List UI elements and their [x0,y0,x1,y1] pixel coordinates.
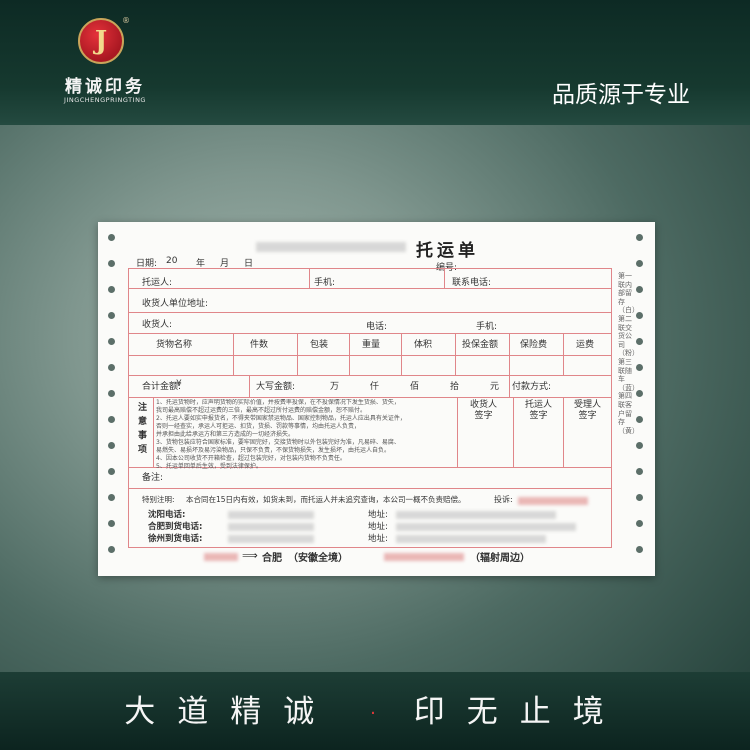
consignment-form: 托运单 日期: 20 年 月 日 编号: 托运人: 手机: 联系电话: 收货人单… [98,222,655,576]
hole [108,390,115,397]
hole [108,234,115,241]
unit-shi: 拾 [450,382,460,392]
complaint-label: 投诉: [494,495,513,504]
hole [636,286,643,293]
address-label: 地址: [368,510,388,520]
contact-phone-label: 联系电话: [452,278,492,288]
destination-scope: （安徽全境） [288,553,348,564]
hole [108,468,115,475]
brand-logo-icon: J [78,18,124,64]
hole [636,442,643,449]
motto-dot: · [370,703,380,724]
hole [108,520,115,527]
slogan: 品质源于专业 [552,82,690,108]
hole [108,442,115,449]
hole [108,416,115,423]
special-text: 本合同在15日内有效，如货未到，而托运人并未追究查询，本公司一概不负责赔偿。 [186,495,466,504]
col-goods-name: 货物名称 [156,340,193,350]
mobile-label: 手机: [314,278,336,288]
capital-amount-label: 大写金额: [256,382,296,392]
route-xuzhou: 徐州到货电话: [148,534,203,544]
hole [108,338,115,345]
blurred-route [384,553,464,561]
unit-wan: 万 [330,382,340,392]
address-label: 地址: [368,534,388,544]
receiver-signature: 收货人 签字 [470,400,498,421]
handler-signature: 受理人 签字 [574,400,602,421]
hole [636,234,643,241]
col-weight: 重量 [362,340,381,350]
notice-text: 1、托运货物时，应声明货物的实际价值，并按费率投保，在不投保情况下发生货损、货失… [156,399,406,470]
hole [636,260,643,267]
col-pieces: 件数 [250,340,269,350]
registered-mark: ® [122,16,130,25]
hole [108,260,115,267]
hole [108,312,115,319]
notice-char: 注 [138,403,148,413]
receiver-mobile-label: 手机: [476,322,498,332]
currency-sign: ¥ [176,379,182,389]
blurred-origin [204,553,238,561]
col-volume: 体积 [414,340,433,350]
blurred-phone [228,535,314,543]
col-packaging: 包装 [310,340,329,350]
unit-bai: 佰 [410,382,420,392]
col-insurance-fee: 保险费 [520,340,548,350]
hole [636,546,643,553]
route-arrow-icon: ⟹ [242,549,258,562]
hole [108,546,115,553]
address-label: 地址: [368,522,388,532]
form-title: 托运单 [416,241,479,261]
hole [636,416,643,423]
receiver-label: 收货人: [142,320,173,330]
copy-legend: 第一联内部留存（白）第二联交货公司（粉）第三联随车（蓝）第四联客户留存（黄） [618,272,639,435]
motto-part-1: 大道精诚 [124,694,337,730]
blurred-address [396,511,556,519]
notice-char: 项 [138,445,148,455]
shipper-signature: 托运人 签字 [525,400,553,421]
footer-motto: 大道精诚 · 印无止境 [0,686,750,731]
hole [108,494,115,501]
blurred-address [396,535,546,543]
blurred-address [396,523,576,531]
payment-label: 付款方式: [512,382,552,392]
phone-label: 电话: [366,322,388,332]
year-prefix: 20 [166,256,178,266]
blurred-phone [228,511,314,519]
hole [108,286,115,293]
unit-yuan: 元 [490,382,500,392]
radiate-label: （辐射周边） [470,553,530,564]
special-label: 特别注明: [142,495,175,504]
route-hefei: 合肥到货电话: [148,522,203,532]
remark-label: 备注: [142,473,164,483]
brand-name-english: JINGCHENGPRINGTING [64,96,146,104]
unit-qian: 仟 [370,382,380,392]
hole [636,494,643,501]
blurred-company-name [256,242,406,252]
hole [108,364,115,371]
col-freight: 运费 [576,340,595,350]
col-insured-amount: 投保金额 [462,340,499,350]
notice-char: 事 [138,431,148,441]
hole [636,468,643,475]
brand-name: 精诚印务 [65,77,145,97]
hole [636,338,643,345]
destination-city: 合肥 [262,553,282,564]
notice-char: 意 [138,417,148,427]
shipper-label: 托运人: [142,278,173,288]
hole [636,364,643,371]
route-shenyang: 沈阳电话: [148,510,186,520]
hole [636,520,643,527]
motto-part-2: 印无止境 [413,694,626,730]
blurred-phone [228,523,314,531]
blurred-complaint-number [518,497,588,505]
receiver-company-label: 收货人单位地址: [142,299,209,309]
